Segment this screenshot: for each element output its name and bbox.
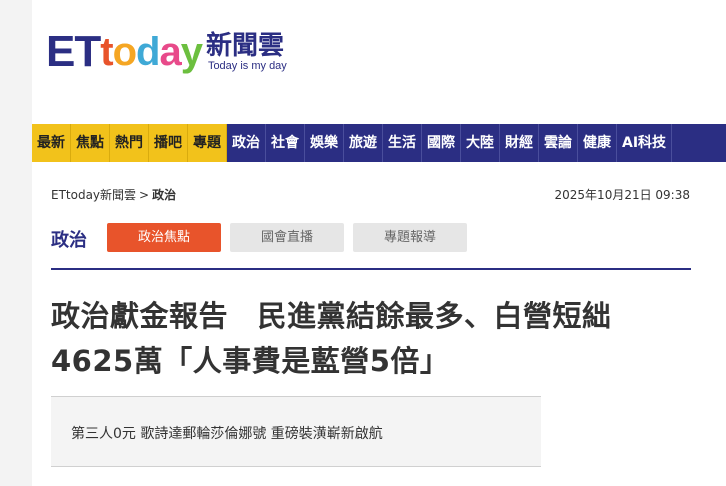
nav-item[interactable]: 專題 <box>188 124 227 162</box>
logo-et: ET <box>46 27 101 76</box>
nav-item[interactable]: 財經 <box>500 124 539 162</box>
logo-today: today <box>100 30 203 74</box>
sponsored-link-text[interactable]: 第三人0元 歌詩達郵輪莎倫娜號 重磅裝潢嶄新啟航 <box>71 423 383 443</box>
logo-cn-block: 新聞雲 Today is my day <box>206 32 287 72</box>
tab-political-focus[interactable]: 政治焦點 <box>107 223 221 252</box>
logo-letter-y: y <box>180 30 203 74</box>
sponsored-link-box[interactable]: 第三人0元 歌詩達郵輪莎倫娜號 重磅裝潢嶄新啟航 <box>51 396 541 467</box>
page: ET today 新聞雲 Today is my day 最新 焦點 熱門 播吧 專題政… <box>32 0 726 486</box>
headline-line-2: 4625萬「人事費是藍營5倍」 <box>51 344 450 378</box>
logo-slogan: Today is my day <box>207 60 287 72</box>
breadcrumb: ETtoday新聞雲 > 政治 <box>51 186 176 203</box>
logo-letter-d: d <box>136 30 160 74</box>
nav-item[interactable]: 生活 <box>383 124 422 162</box>
nav-item[interactable]: 國際 <box>422 124 461 162</box>
nav-item[interactable]: 最新 <box>32 124 71 162</box>
logo-letter-o: o <box>112 30 137 74</box>
logo-letter-t: t <box>100 30 113 74</box>
tab-special-reports[interactable]: 專題報導 <box>353 223 467 252</box>
logo-cn-name: 新聞雲 <box>205 31 284 61</box>
logo-letter-a: a <box>159 30 181 74</box>
nav-item[interactable]: 播吧 <box>149 124 188 162</box>
nav-item[interactable]: 雲論 <box>539 124 578 162</box>
ettoday-logo[interactable]: ET today 新聞雲 Today is my day <box>46 27 287 76</box>
nav-item[interactable]: 娛樂 <box>305 124 344 162</box>
nav-item[interactable]: 健康 <box>578 124 617 162</box>
breadcrumb-separator: > <box>139 188 150 202</box>
article-headline: 政治獻金報告 民進黨結餘最多、白營短絀 4625萬「人事費是藍營5倍」 <box>51 294 691 384</box>
nav-item[interactable]: 旅遊 <box>344 124 383 162</box>
site-header: ET today 新聞雲 Today is my day <box>32 0 726 122</box>
section-divider <box>51 268 691 270</box>
headline-line-1: 政治獻金報告 民進黨結餘最多、白營短絀 <box>51 299 612 333</box>
nav-item[interactable]: 大陸 <box>461 124 500 162</box>
nav-item[interactable]: 焦點 <box>71 124 110 162</box>
publish-date: 2025年10月21日 09:38 <box>554 188 690 202</box>
nav-item[interactable]: 政治 <box>227 124 266 162</box>
nav-item[interactable]: 社會 <box>266 124 305 162</box>
breadcrumb-current[interactable]: 政治 <box>152 188 176 202</box>
tab-parliament-live[interactable]: 國會直播 <box>230 223 344 252</box>
section-title[interactable]: 政治 <box>51 226 87 252</box>
breadcrumb-home[interactable]: ETtoday新聞雲 <box>51 188 136 202</box>
nav-item[interactable]: AI科技 <box>617 124 673 162</box>
main-nav: 最新 焦點 熱門 播吧 專題 政治 社會 娛樂 旅遊 生活 國際 大陸 財經 雲論 健康 AI科技 <box>32 124 726 162</box>
nav-item[interactable]: 熱門 <box>110 124 149 162</box>
